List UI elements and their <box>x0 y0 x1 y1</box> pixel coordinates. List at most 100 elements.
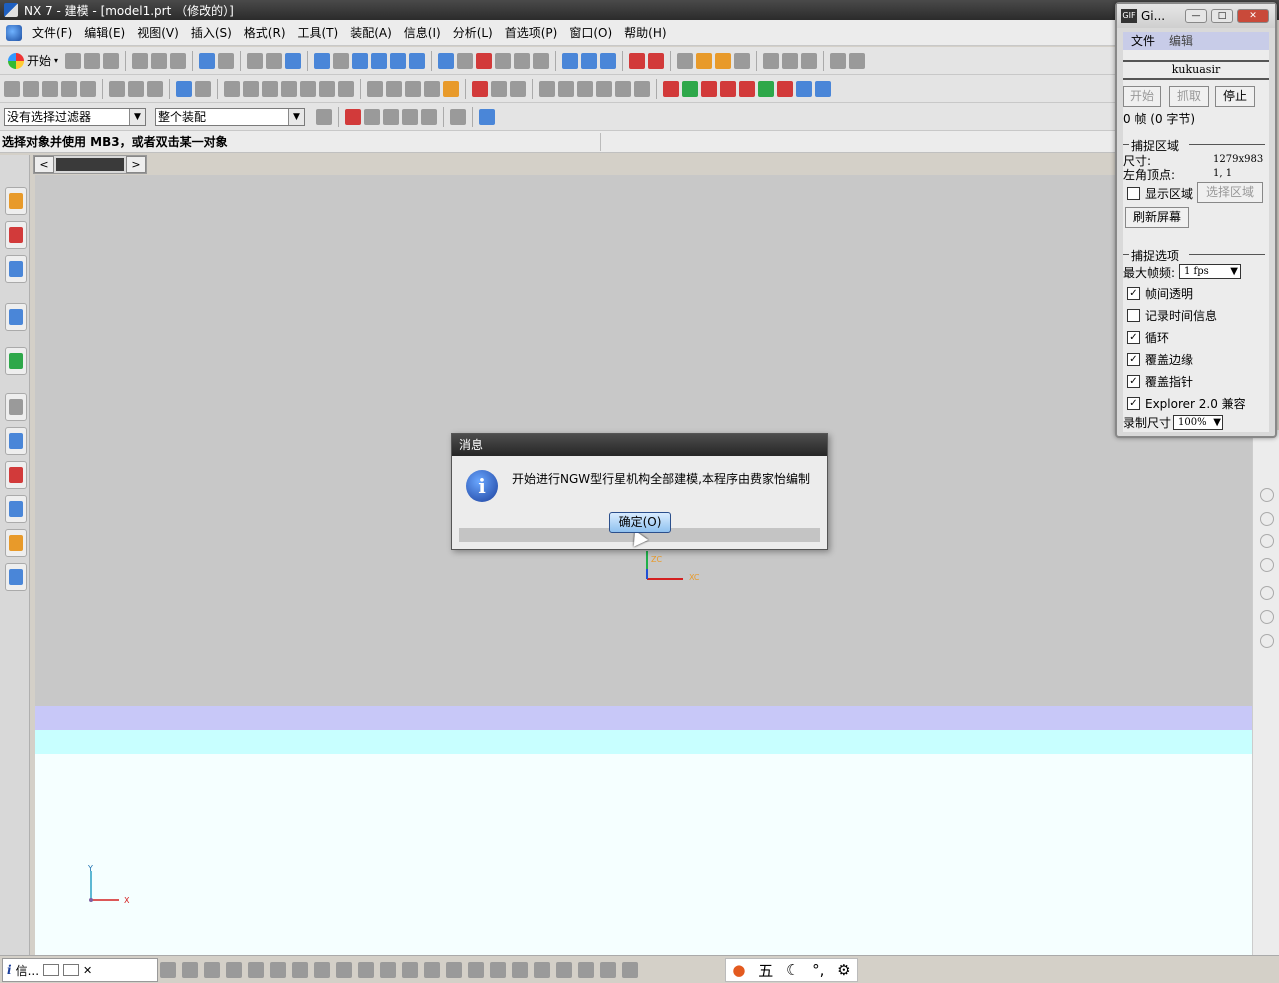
menu-information[interactable]: 信息(I) <box>398 21 447 45</box>
sketch-icon[interactable] <box>830 52 847 69</box>
menu-assembly[interactable]: 装配(A) <box>344 21 398 45</box>
menu-window[interactable]: 窗口(O) <box>563 21 618 45</box>
recorder-menu-file[interactable]: 文件 <box>1131 32 1155 50</box>
select-undo-icon[interactable] <box>364 108 380 125</box>
show-icon[interactable] <box>782 52 799 69</box>
chevron-down-icon[interactable]: ▼ <box>1230 265 1238 278</box>
rectangle-select-icon[interactable] <box>450 108 466 125</box>
layout-icon[interactable] <box>514 52 531 69</box>
bridge-curve-icon[interactable] <box>596 80 612 97</box>
view-circle-icon[interactable] <box>1260 634 1274 648</box>
shell-icon[interactable] <box>319 80 335 97</box>
snap-point-icon[interactable] <box>629 52 646 69</box>
record-size-dropdown[interactable]: 100% ▼ <box>1173 415 1223 430</box>
wcs-rotate-icon[interactable] <box>600 52 617 69</box>
bottom-tool-icon[interactable] <box>182 962 198 978</box>
pan-icon[interactable] <box>390 52 407 69</box>
graphics-window[interactable]: ZC XC Y X <box>35 175 1252 955</box>
view-circle-icon[interactable] <box>1260 586 1274 600</box>
datum-axis-icon[interactable] <box>195 80 211 97</box>
bottom-tool-icon[interactable] <box>358 962 374 978</box>
bottom-tool-icon[interactable] <box>292 962 308 978</box>
start-record-button[interactable]: 开始 <box>1123 86 1161 107</box>
bottom-tool-icon[interactable] <box>424 962 440 978</box>
system-materials-button[interactable] <box>5 427 27 455</box>
navigator-scrollbar[interactable]: < > <box>33 155 147 174</box>
fit-icon[interactable] <box>314 52 331 69</box>
part-navigator-button[interactable] <box>5 255 27 283</box>
ring-green-icon[interactable] <box>682 80 698 97</box>
view-circle-icon[interactable] <box>1260 558 1274 572</box>
thicken-icon[interactable] <box>443 80 459 97</box>
paw-icon[interactable]: ● <box>732 961 745 979</box>
option-checkbox-2[interactable]: ✓ <box>1127 331 1140 344</box>
zoom-in-out-icon[interactable] <box>352 52 369 69</box>
ok-button[interactable]: 确定(O) <box>609 512 671 533</box>
assembly-scope-dropdown[interactable]: 整个装配 ▼ <box>155 107 305 126</box>
reuse-library-button[interactable] <box>5 303 27 331</box>
selection-intent-icon[interactable] <box>316 108 332 125</box>
point-icon[interactable] <box>472 80 488 97</box>
measure-angle-icon[interactable] <box>715 52 732 69</box>
scroll-left-button[interactable]: < <box>34 156 54 173</box>
menu-edit[interactable]: 编辑(E) <box>78 21 131 45</box>
restore-icon[interactable] <box>43 964 60 976</box>
invert-show-icon[interactable] <box>801 52 818 69</box>
cut-icon[interactable] <box>132 52 149 69</box>
capture-button[interactable]: 抓取 <box>1169 86 1209 107</box>
select-curve-icon[interactable] <box>421 108 437 125</box>
command-finder-icon[interactable] <box>285 52 302 69</box>
process-studio-button[interactable] <box>5 461 27 489</box>
sketch-feature-icon[interactable] <box>4 80 20 97</box>
constraint-navigator-button[interactable] <box>5 221 27 249</box>
moon-icon[interactable]: ☾ <box>786 961 799 979</box>
datum-plane-icon[interactable] <box>176 80 192 97</box>
shaded-icon[interactable] <box>476 52 493 69</box>
chevron-down-icon[interactable]: ▼ <box>288 108 304 125</box>
edge-blend-icon[interactable] <box>281 80 297 97</box>
menu-analysis[interactable]: 分析(L) <box>447 21 499 45</box>
bottom-tool-icon[interactable] <box>622 962 638 978</box>
chevron-down-icon[interactable]: ▼ <box>129 108 145 125</box>
history-button[interactable] <box>5 393 27 421</box>
menu-help[interactable]: 帮助(H) <box>618 21 672 45</box>
bottom-tool-icon[interactable] <box>336 962 352 978</box>
view-circle-icon[interactable] <box>1260 610 1274 624</box>
bottom-tool-icon[interactable] <box>534 962 550 978</box>
rotate-icon[interactable] <box>371 52 388 69</box>
menu-preferences[interactable]: 首选项(P) <box>499 21 564 45</box>
background-icon[interactable] <box>495 52 512 69</box>
selection-filter-dropdown[interactable]: 没有选择过滤器 ▼ <box>4 107 146 126</box>
bottom-tool-icon[interactable] <box>314 962 330 978</box>
web-browser-button[interactable] <box>5 347 27 375</box>
refresh-screen-button[interactable]: 刷新屏幕 <box>1125 207 1189 228</box>
manufacturing-wizard-button[interactable] <box>5 495 27 523</box>
mirror-icon[interactable] <box>424 80 440 97</box>
stop-button[interactable]: 停止 <box>1215 86 1255 107</box>
helix-icon[interactable] <box>634 80 650 97</box>
option-checkbox-0[interactable]: ✓ <box>1127 287 1140 300</box>
ime-mode-label[interactable]: 五 <box>758 960 773 981</box>
maximize-icon[interactable] <box>63 964 80 976</box>
bottom-tool-icon[interactable] <box>556 962 572 978</box>
view-circle-icon[interactable] <box>1260 534 1274 548</box>
project-curve-icon[interactable] <box>558 80 574 97</box>
menu-file[interactable]: 文件(F) <box>26 21 78 45</box>
bottom-tool-icon[interactable] <box>600 962 616 978</box>
measure-length-icon[interactable] <box>696 52 713 69</box>
select-face-icon[interactable] <box>383 108 399 125</box>
delete-icon[interactable] <box>266 52 283 69</box>
select-body-icon[interactable] <box>479 108 495 125</box>
trim-body-icon[interactable] <box>367 80 383 97</box>
close-icon[interactable]: ✕ <box>83 964 92 977</box>
orient-view-icon[interactable] <box>438 52 455 69</box>
view-circle-icon[interactable] <box>1260 512 1274 526</box>
view-circle-icon[interactable] <box>1260 488 1274 502</box>
bottom-tool-icon[interactable] <box>248 962 264 978</box>
maximize-button[interactable]: □ <box>1211 9 1233 23</box>
scroll-thumb[interactable] <box>56 158 124 171</box>
option-checkbox-1[interactable] <box>1127 309 1140 322</box>
render-style-icon[interactable] <box>457 52 474 69</box>
gear-red-icon[interactable] <box>663 80 679 97</box>
intersect-curve-icon[interactable] <box>577 80 593 97</box>
